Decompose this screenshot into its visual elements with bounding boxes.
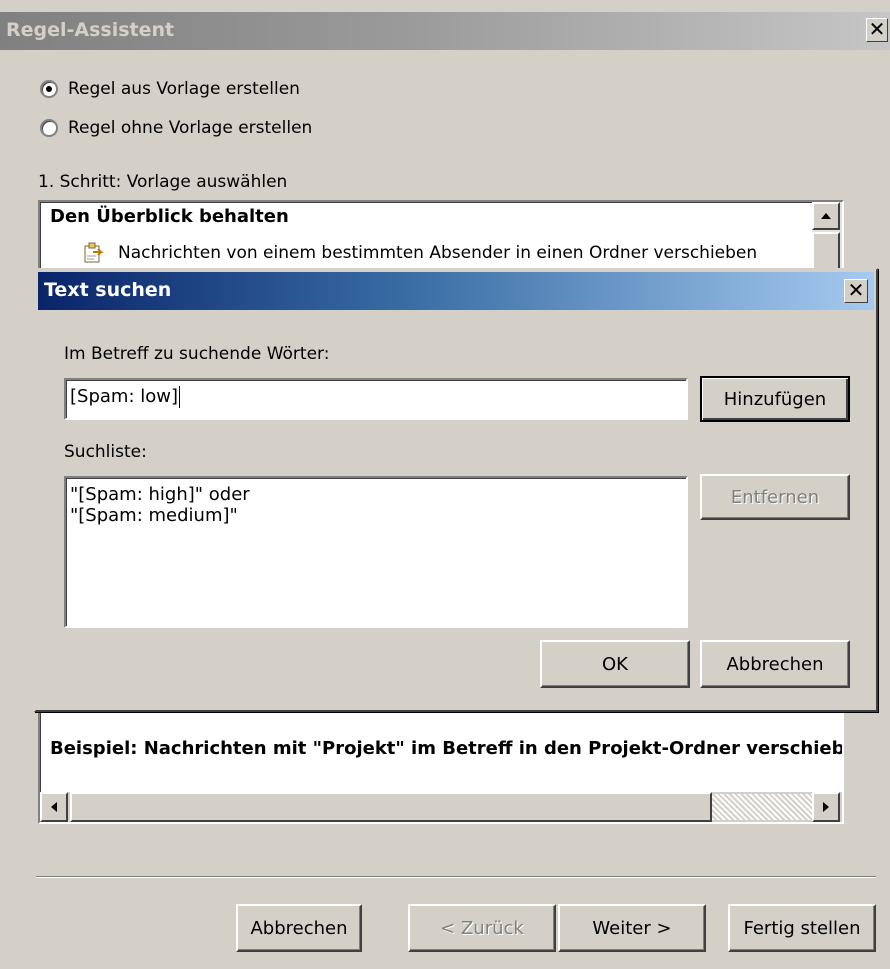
dialog-title: Text suchen [44,279,172,301]
radio-selected-icon [40,80,58,98]
hscroll-track[interactable] [712,794,812,820]
search-text-dialog: Text suchen ✕ Im Betreff zu suchende Wör… [34,268,878,712]
search-words-input[interactable]: [Spam: low] [64,378,688,420]
scroll-right-icon[interactable] [812,792,840,822]
rule-description: Beispiel: Nachrichten mit "Projekt" im B… [50,738,844,759]
list-item[interactable]: Nachrichten von einem bestimmten Absende… [82,242,757,264]
step-label: 1. Schritt: Vorlage auswählen [38,172,288,192]
radio-from-template-label: Regel aus Vorlage erstellen [68,79,300,99]
wizard-title: Regel-Assistent [6,19,175,41]
dialog-close-icon[interactable]: ✕ [844,279,868,303]
dialog-title-bar[interactable]: Text suchen ✕ [38,272,874,310]
template-item-label: Nachrichten von einem bestimmten Absende… [118,243,758,263]
wizard-title-bar[interactable]: Regel-Assistent ✕ [0,12,890,50]
radio-from-template[interactable]: Regel aus Vorlage erstellen [40,79,300,99]
radio-blank-rule[interactable]: Regel ohne Vorlage erstellen [40,118,312,138]
dialog-cancel-button[interactable]: Abbrechen [700,640,850,688]
rule-template-icon [84,242,104,263]
add-button[interactable]: Hinzufügen [700,376,850,422]
divider [36,876,876,878]
wizard-cancel-button[interactable]: Abbrechen [236,904,362,952]
search-list-label: Suchliste: [64,442,147,462]
remove-button[interactable]: Entfernen [700,474,850,520]
scroll-left-icon[interactable] [40,792,68,822]
text-caret [178,386,180,408]
radio-unselected-icon [40,119,58,137]
list-item[interactable]: "[Spam: high]" oder [70,484,682,505]
description-hscrollbar[interactable] [40,792,842,822]
wizard-close-icon[interactable]: ✕ [866,18,888,42]
ok-button[interactable]: OK [540,640,690,688]
template-group-header: Den Überblick behalten [50,206,289,227]
search-words-value: [Spam: low] [70,386,178,407]
finish-button[interactable]: Fertig stellen [728,904,876,952]
rule-description-box: Beispiel: Nachrichten mit "Projekt" im B… [38,700,844,824]
back-button[interactable]: < Zurück [408,904,556,952]
radio-blank-rule-label: Regel ohne Vorlage erstellen [68,118,313,138]
hscroll-thumb[interactable] [70,792,712,822]
search-list[interactable]: "[Spam: high]" oder "[Spam: medium]" [64,476,688,628]
search-words-label: Im Betreff zu suchende Wörter: [64,344,330,364]
list-item[interactable]: "[Spam: medium]" [70,505,682,526]
scroll-up-icon[interactable] [812,202,840,230]
next-button[interactable]: Weiter > [558,904,706,952]
